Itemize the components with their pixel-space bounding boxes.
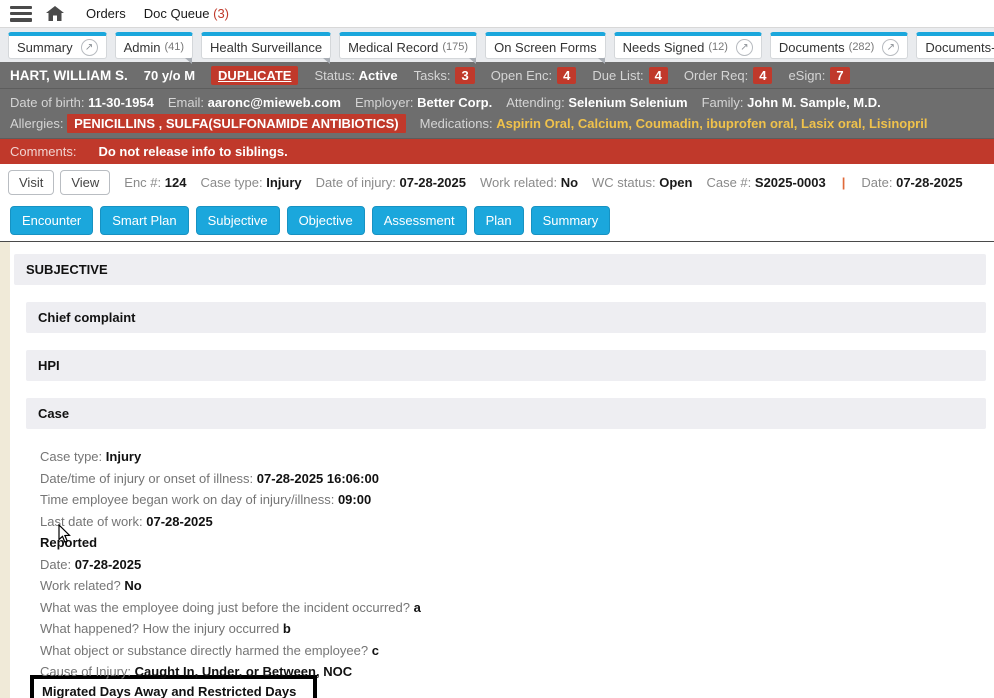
counter-due-list: Due List:4 — [592, 67, 668, 84]
section-chief-complaint[interactable]: Chief complaint — [26, 302, 986, 333]
patient-header-bar: HART, WILLIAM S. 70 y/o M DUPLICATE Stat… — [0, 62, 994, 89]
work-start-time-line: Time employee began work on day of injur… — [40, 489, 986, 511]
note-section-nav: Encounter Smart Plan Subjective Objectiv… — [0, 200, 994, 242]
tasks-count-badge[interactable]: 3 — [455, 67, 474, 84]
tab-summary[interactable]: Summary ↗ — [8, 32, 107, 59]
date-of-injury-field: Date of injury: 07-28-2025 — [316, 175, 466, 190]
tab-admin[interactable]: Admin(41) — [115, 32, 193, 59]
what-happened-line: What happened? How the injury occurred b — [40, 618, 986, 640]
reported-date-line: Date: 07-28-2025 — [40, 554, 986, 576]
injury-datetime-line: Date/time of injury or onset of illness:… — [40, 468, 986, 490]
encounter-nav-button[interactable]: Encounter — [10, 206, 93, 235]
dropdown-fold-icon — [185, 58, 192, 64]
chart-tab-strip: Summary ↗ Admin(41) Health Surveillance … — [0, 28, 994, 62]
objective-nav-button[interactable]: Objective — [287, 206, 365, 235]
comments-label: Comments: — [10, 144, 76, 159]
case-number-field: Case #: S2025-0003 — [706, 175, 825, 190]
allergy-alert-band[interactable]: PENICILLINS , SULFA(SULFONAMIDE ANTIBIOT… — [67, 114, 406, 133]
case-type-field: Case type: Injury — [200, 175, 301, 190]
harming-object-line: What object or substance directly harmed… — [40, 640, 986, 662]
family-field: Family: John M. Sample, M.D. — [702, 95, 881, 110]
nav-doc-queue[interactable]: Doc Queue (3) — [144, 6, 229, 21]
section-hpi[interactable]: HPI — [26, 350, 986, 381]
popout-icon[interactable]: ↗ — [81, 39, 98, 56]
tab-on-screen-forms[interactable]: On Screen Forms — [485, 32, 606, 59]
popout-icon[interactable]: ↗ — [882, 39, 899, 56]
patient-demographics-bar: Date of birth: 11-30-1954 Email: aaronc@… — [0, 89, 994, 139]
patient-name: HART, WILLIAM S. — [10, 68, 128, 83]
top-bar: Orders Doc Queue (3) — [0, 0, 994, 28]
field-separator: | — [840, 175, 848, 190]
case-type-line: Case type: Injury — [40, 446, 986, 468]
dropdown-fold-icon — [323, 58, 330, 64]
dropdown-fold-icon — [598, 58, 605, 64]
due-list-count-badge[interactable]: 4 — [649, 67, 668, 84]
smart-plan-nav-button[interactable]: Smart Plan — [100, 206, 188, 235]
visit-button[interactable]: Visit — [8, 170, 54, 195]
view-button[interactable]: View — [60, 170, 110, 195]
migrated-days-header: Migrated Days Away and Restricted Days — [42, 681, 305, 698]
dob-field: Date of birth: 11-30-1954 — [10, 95, 154, 110]
employee-doing-line: What was the employee doing just before … — [40, 597, 986, 619]
comments-text: Do not release info to siblings. — [98, 144, 287, 159]
doc-queue-count: (3) — [213, 6, 229, 21]
counter-order-req: Order Req:4 — [684, 67, 773, 84]
allergies-field: Allergies: PENICILLINS , SULFA(SULFONAMI… — [10, 114, 406, 133]
tab-medical-record[interactable]: Medical Record(175) — [339, 32, 477, 59]
home-icon[interactable] — [46, 6, 64, 22]
patient-status: Status: Active — [314, 68, 397, 83]
plan-nav-button[interactable]: Plan — [474, 206, 524, 235]
open-enc-count-badge[interactable]: 4 — [557, 67, 576, 84]
counter-tasks: Tasks:3 — [414, 67, 475, 84]
patient-age-sex: 70 y/o M — [144, 68, 195, 83]
top-nav: Orders Doc Queue (3) — [86, 6, 229, 21]
work-related-field: Work related: No — [480, 175, 578, 190]
case-details: Case type: Injury Date/time of injury or… — [40, 446, 986, 698]
medications-list[interactable]: Aspirin Oral, Calcium, Coumadin, ibuprof… — [496, 116, 927, 131]
wc-status-field: WC status: Open — [592, 175, 692, 190]
popout-icon[interactable]: ↗ — [736, 39, 753, 56]
tab-documents[interactable]: Documents(282) ↗ — [770, 32, 908, 59]
employer-field: Employer: Better Corp. — [355, 95, 492, 110]
esign-count-badge[interactable]: 7 — [830, 67, 849, 84]
encounter-toolbar: Visit View Enc #: 124 Case type: Injury … — [0, 164, 994, 200]
assessment-nav-button[interactable]: Assessment — [372, 206, 467, 235]
duplicate-badge[interactable]: DUPLICATE — [211, 66, 298, 85]
work-related-line: Work related? No — [40, 575, 986, 597]
order-req-count-badge[interactable]: 4 — [753, 67, 772, 84]
menu-icon[interactable] — [10, 6, 32, 22]
email-field: Email: aaronc@mieweb.com — [168, 95, 341, 110]
encounter-date-field: Date: 07-28-2025 — [861, 175, 962, 190]
nav-orders[interactable]: Orders — [86, 6, 126, 21]
reported-header: Reported — [40, 532, 986, 554]
note-content-area: SUBJECTIVE Chief complaint HPI Case Case… — [0, 242, 994, 698]
section-case[interactable]: Case — [26, 398, 986, 429]
attending-field: Attending: Selenium Selenium — [506, 95, 687, 110]
section-subjective[interactable]: SUBJECTIVE — [14, 254, 986, 285]
left-gutter — [0, 242, 10, 698]
enc-number-field: Enc #: 124 — [124, 175, 186, 190]
counter-esign: eSign:7 — [788, 67, 849, 84]
cause-of-injury-line: Cause of Injury: Caught In, Under, or Be… — [40, 661, 986, 683]
last-work-date-line: Last date of work: 07-28-2025 — [40, 511, 986, 533]
tab-health-surveillance[interactable]: Health Surveillance — [201, 32, 331, 59]
tab-documents-dv[interactable]: Documents-DV ↗ — [916, 32, 994, 59]
subjective-nav-button[interactable]: Subjective — [196, 206, 280, 235]
app-window: Orders Doc Queue (3) Summary ↗ Admin(41)… — [0, 0, 994, 698]
medications-field: Medications: Aspirin Oral, Calcium, Coum… — [420, 116, 928, 131]
counter-open-enc: Open Enc:4 — [491, 67, 577, 84]
dropdown-fold-icon — [469, 58, 476, 64]
tab-needs-signed[interactable]: Needs Signed(12) ↗ — [614, 32, 762, 59]
comments-alert-bar: Comments: Do not release info to sibling… — [0, 139, 994, 164]
summary-nav-button[interactable]: Summary — [531, 206, 611, 235]
